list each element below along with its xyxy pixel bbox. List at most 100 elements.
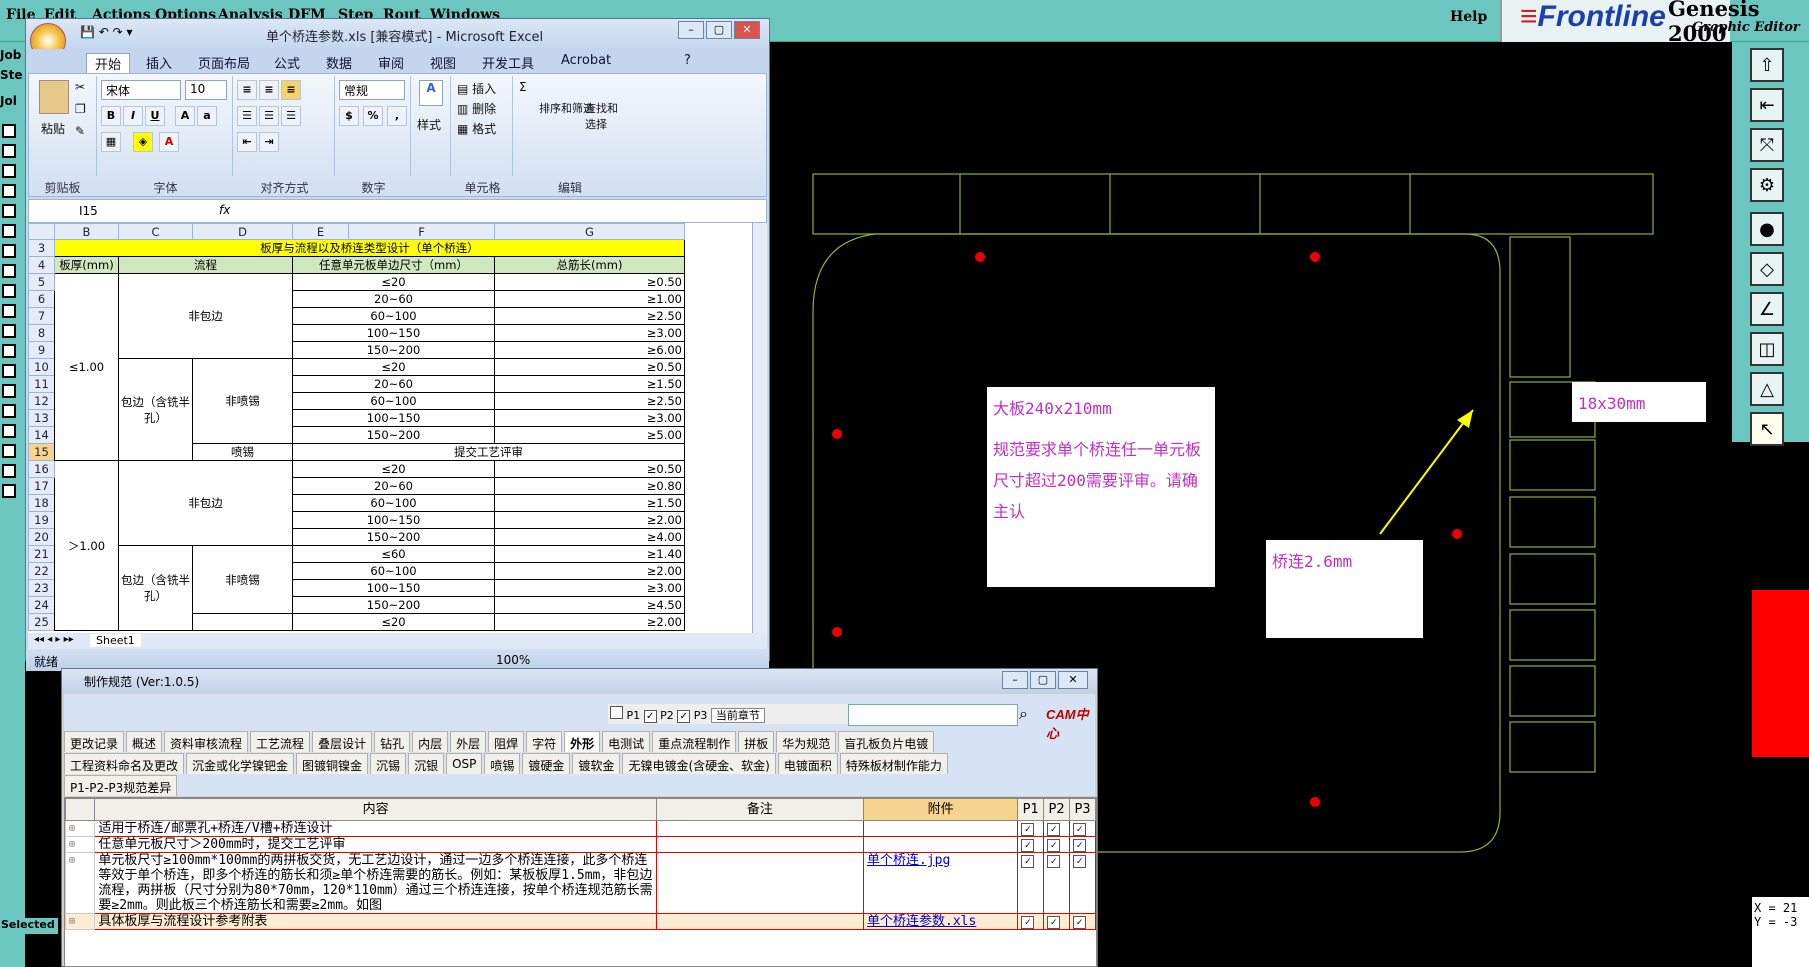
spec-grid[interactable]: 内容 备注 附件 P1 P2 P3 ⊞ 适用于桥连/邮票孔+桥连/V槽+桥连设计 ✓ ✓ ✓ ⊞ 任意… — [64, 797, 1097, 967]
layer-toggle[interactable] — [2, 204, 16, 218]
layer-toggle[interactable] — [2, 384, 16, 398]
outdent-icon[interactable]: ⇥ — [259, 132, 279, 152]
spec-tab[interactable]: 沉银 — [408, 753, 445, 774]
tab-review[interactable]: 审阅 — [378, 53, 404, 72]
tab-view[interactable]: 视图 — [430, 53, 456, 72]
section-select[interactable]: 当前章节 — [710, 708, 765, 723]
vertical-scrollbar[interactable] — [752, 223, 767, 633]
size-cell[interactable]: 20~60 — [292, 477, 495, 495]
maximize-icon[interactable]: ▢ — [1030, 671, 1056, 689]
process-cell[interactable]: 包边（含铣半孔） — [118, 545, 193, 631]
close-icon[interactable]: ✕ — [1058, 671, 1088, 689]
shrink-font-icon[interactable]: a — [197, 106, 217, 126]
layer-toggle[interactable] — [2, 424, 16, 438]
size-cell[interactable]: 60~100 — [292, 392, 495, 410]
header-cell[interactable]: 流程 — [118, 256, 293, 274]
font-select[interactable]: 宋体 — [101, 80, 181, 100]
search-input[interactable] — [848, 704, 1018, 726]
layer-toggle[interactable] — [2, 164, 16, 178]
spec-tab[interactable]: 阻焊 — [488, 731, 525, 752]
tool-icon[interactable]: ● — [1750, 212, 1784, 246]
value-cell[interactable]: ≥0.80 — [494, 477, 685, 495]
value-cell[interactable]: ≥3.00 — [494, 409, 685, 427]
spec-tab[interactable]: 更改记录 — [64, 731, 125, 752]
tool-icon[interactable]: ⇤ — [1750, 88, 1784, 122]
cut-icon[interactable]: ✂ — [75, 80, 85, 94]
format-cells-button[interactable]: ▦ 格式 — [457, 120, 496, 137]
close-icon[interactable]: ✕ — [734, 21, 760, 39]
spec-tab[interactable]: 电镀面积 — [777, 753, 838, 774]
percent-icon[interactable]: % — [363, 106, 383, 126]
fx-icon[interactable]: fx — [219, 203, 230, 217]
spec-content-cell[interactable]: 适用于桥连/邮票孔+桥连/V槽+桥连设计 — [94, 820, 657, 837]
process-cell[interactable]: 非包边 — [118, 273, 293, 359]
grow-font-icon[interactable]: A — [175, 106, 195, 126]
layer-toggle[interactable] — [2, 464, 16, 478]
spec-attachment-cell[interactable]: 单个桥连参数.xls — [862, 913, 1019, 930]
spec-tab[interactable]: 钻孔 — [374, 731, 411, 752]
tab-formulas[interactable]: 公式 — [274, 53, 300, 72]
value-cell[interactable]: ≥2.00 — [494, 511, 685, 529]
size-cell[interactable]: 60~100 — [292, 562, 495, 580]
tab-data[interactable]: 数据 — [326, 53, 352, 72]
spec-tab[interactable]: 外层 — [450, 731, 487, 752]
sheet-title-cell[interactable]: 板厚与流程以及桥连类型设计（单个桥连） — [54, 239, 685, 257]
size-cell[interactable]: ≤20 — [292, 358, 495, 376]
value-cell[interactable]: ≥3.00 — [494, 579, 685, 597]
size-cell[interactable]: 150~200 — [292, 426, 495, 444]
p1-filter[interactable]: P1 — [610, 706, 640, 722]
fill-color-icon[interactable]: ◈ — [133, 132, 153, 152]
spec-tab[interactable]: OSP — [446, 753, 483, 774]
pointer-icon[interactable]: ↖ — [1750, 412, 1784, 446]
tool-icon[interactable]: ⇧ — [1750, 48, 1784, 82]
insert-cells-button[interactable]: ▤ 插入 — [457, 80, 496, 97]
tab-page-layout[interactable]: 页面布局 — [198, 53, 250, 72]
sheet-tab[interactable]: Sheet1 — [90, 634, 141, 647]
maximize-icon[interactable]: ▢ — [706, 21, 732, 39]
tool-icon[interactable]: ∠ — [1750, 292, 1784, 326]
spec-tab[interactable]: 喷锡 — [484, 753, 521, 774]
tool-icon[interactable]: ⤧ — [1750, 128, 1784, 162]
tool-icon[interactable]: △ — [1750, 372, 1784, 406]
tab-insert[interactable]: 插入 — [146, 53, 172, 72]
value-cell[interactable]: ≥2.00 — [494, 562, 685, 580]
thickness-cell[interactable]: ≤1.00 — [54, 273, 119, 461]
size-cell[interactable]: 100~150 — [292, 409, 495, 427]
styles-icon[interactable]: A — [419, 80, 443, 106]
p3-filter[interactable]: ✓ P3 — [677, 709, 707, 723]
spec-tab[interactable]: 重点流程制作 — [652, 731, 737, 752]
value-cell[interactable]: ≥1.00 — [494, 290, 685, 308]
zoom-level[interactable]: 100% — [496, 653, 530, 667]
align-center-icon[interactable]: ☰ — [259, 106, 279, 126]
tool-icon[interactable]: ◇ — [1750, 252, 1784, 286]
size-cell[interactable]: 20~60 — [292, 290, 495, 308]
underline-icon[interactable]: U — [145, 106, 165, 126]
spec-tab[interactable]: 拼板 — [738, 731, 775, 752]
spec-note-cell[interactable] — [655, 820, 865, 837]
spec-content-cell[interactable]: 任意单元板尺寸＞200mm时，提交工艺评审 — [94, 836, 657, 853]
value-cell[interactable]: ≥4.00 — [494, 528, 685, 546]
spec-attachment-cell[interactable] — [862, 836, 1019, 853]
spec-tab[interactable]: 资料审核流程 — [164, 731, 249, 752]
help-icon[interactable]: ? — [684, 53, 691, 68]
spec-attachment-cell[interactable] — [862, 820, 1019, 837]
header-cell[interactable]: 板厚(mm) — [54, 256, 119, 274]
bold-icon[interactable]: B — [101, 106, 121, 126]
header-cell[interactable]: 总筋长(mm) — [494, 256, 685, 274]
spec-content-cell[interactable]: 单元板尺寸≥100mm*100mm的两拼板交货，无工艺边设计，通过一边多个桥连连… — [94, 852, 657, 914]
layer-toggle[interactable] — [2, 244, 16, 258]
value-cell[interactable]: ≥0.50 — [494, 460, 685, 478]
align-middle-icon[interactable]: ≡ — [259, 80, 279, 100]
process-cell[interactable]: 喷锡 — [192, 443, 293, 461]
spec-note-cell[interactable] — [655, 913, 865, 930]
sheet-nav-icons[interactable]: ◂◂ ◂ ▸ ▸▸ — [34, 634, 74, 645]
layer-toggle[interactable] — [2, 124, 16, 138]
layer-toggle[interactable] — [2, 324, 16, 338]
spec-note-cell[interactable] — [655, 852, 865, 914]
layer-toggle[interactable] — [2, 224, 16, 238]
spec-tab[interactable]: 图镀铜镍金 — [296, 753, 369, 774]
spreadsheet-grid[interactable]: BCDEFG 3 板厚与流程以及桥连类型设计（单个桥连） 4 板厚(mm) 流程 任意单… — [28, 223, 752, 633]
spec-tab[interactable]: 镀硬金 — [522, 753, 571, 774]
spec-tab[interactable]: 概述 — [126, 731, 163, 752]
spec-tab[interactable]: 特殊板材制作能力 — [839, 753, 948, 774]
